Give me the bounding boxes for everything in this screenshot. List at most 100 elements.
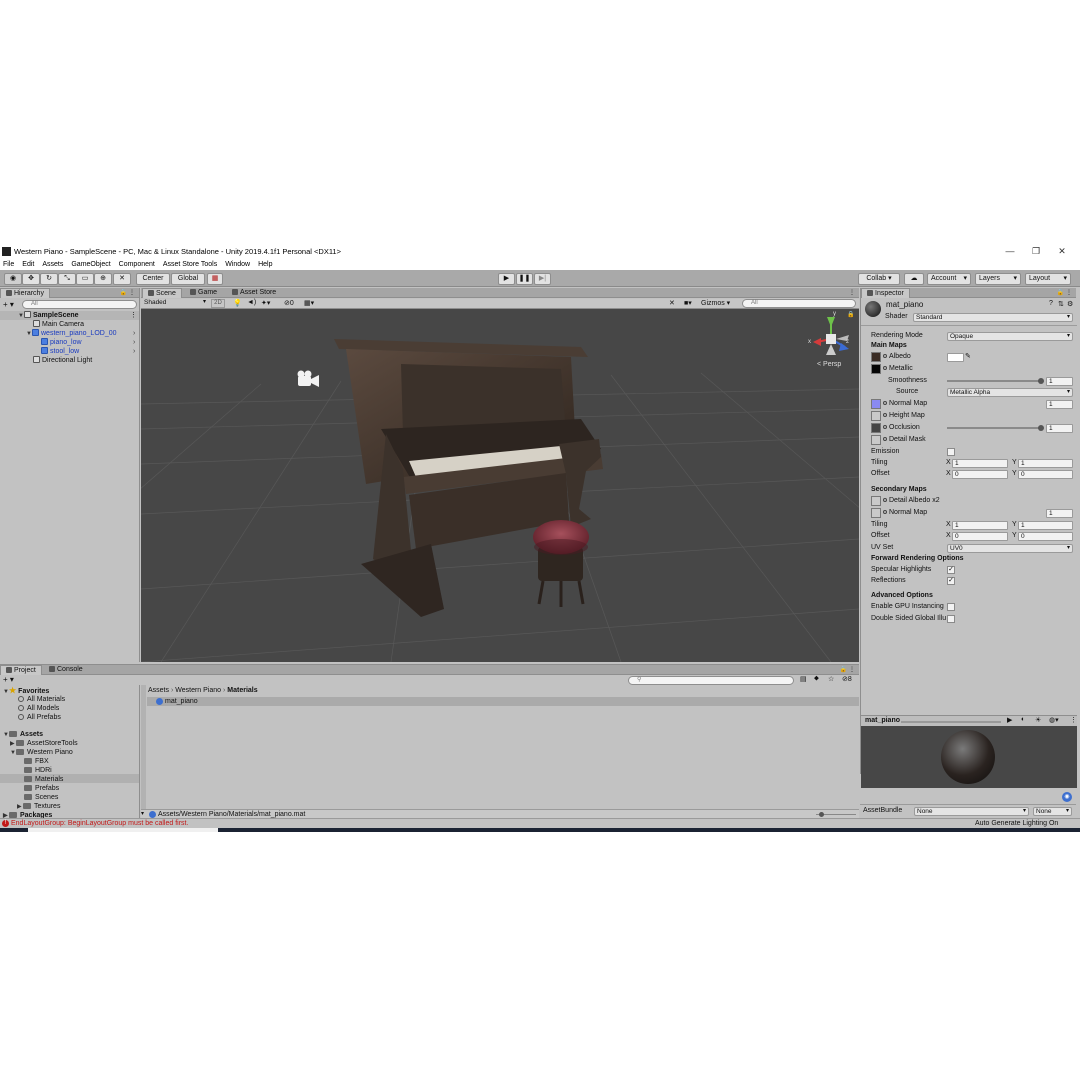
- scene-viewport[interactable]: y x z 🔒 < Persp: [141, 309, 859, 662]
- folder-materials[interactable]: Materials: [24, 775, 63, 784]
- camera-settings-icon[interactable]: ■▾: [684, 299, 692, 307]
- tab-asset-store[interactable]: Asset Store: [227, 288, 281, 298]
- hierarchy-search-input[interactable]: All: [22, 300, 137, 309]
- eyedropper-icon[interactable]: ✎: [965, 352, 971, 360]
- hierarchy-item-stool-low[interactable]: stool_low: [41, 347, 79, 356]
- texture-picker-icon[interactable]: [883, 413, 887, 417]
- minimize-button[interactable]: —: [997, 244, 1023, 259]
- smoothness-slider-track[interactable]: [947, 380, 1043, 382]
- step-button[interactable]: ▶|: [534, 273, 551, 285]
- breadcrumb-item[interactable]: Materials: [227, 687, 257, 694]
- assetbundle-toggle-icon[interactable]: ◉: [1062, 792, 1072, 802]
- breadcrumb-item[interactable]: Assets: [148, 687, 169, 694]
- preview-light-icon[interactable]: ☀: [1035, 716, 1041, 724]
- lock-icon[interactable]: 🔒: [847, 311, 854, 318]
- smoothness-slider-knob[interactable]: [1038, 378, 1044, 384]
- occlusion-slider-knob[interactable]: [1038, 425, 1044, 431]
- assetbundle-variant-dropdown[interactable]: None: [1033, 807, 1072, 816]
- main-offset-x-field[interactable]: 0: [952, 470, 1008, 479]
- create-button[interactable]: + ▾: [3, 300, 14, 309]
- detail-albedo-texture-slot[interactable]: [871, 496, 881, 506]
- normal-map-scale-field[interactable]: 1: [1046, 400, 1073, 409]
- emission-checkbox[interactable]: [947, 448, 955, 456]
- pause-button[interactable]: ❚❚: [516, 273, 533, 285]
- secondary-offset-x-field[interactable]: 0: [952, 532, 1008, 541]
- tools-icon[interactable]: ✕: [669, 299, 675, 307]
- gpu-instancing-checkbox[interactable]: [947, 603, 955, 611]
- layout-dropdown[interactable]: Layout ▾: [1025, 273, 1071, 285]
- favorites-header[interactable]: ▼★ Favorites: [3, 686, 49, 695]
- hierarchy-item-directional-light[interactable]: Directional Light: [33, 356, 92, 365]
- albedo-color-field[interactable]: [947, 353, 964, 362]
- hierarchy-item-piano-low[interactable]: piano_low: [41, 338, 82, 347]
- tab-game[interactable]: Game: [185, 288, 222, 298]
- rotate-tool-button[interactable]: ↻: [40, 273, 58, 285]
- albedo-texture-slot[interactable]: [871, 352, 881, 362]
- tab-inspector[interactable]: Inspector: [861, 288, 910, 298]
- favorite-all-prefabs[interactable]: All Prefabs: [18, 713, 61, 722]
- occlusion-slider-track[interactable]: [947, 427, 1043, 429]
- transform-tool-button[interactable]: ⊕: [94, 273, 112, 285]
- main-tiling-x-field[interactable]: 1: [952, 459, 1008, 468]
- scale-tool-button[interactable]: ⤡: [58, 273, 76, 285]
- gear-icon[interactable]: ⚙: [1067, 300, 1073, 308]
- main-offset-y-field[interactable]: 0: [1018, 470, 1073, 479]
- prefab-open-arrows[interactable]: › › ›: [133, 329, 135, 356]
- services-button[interactable]: ☁: [904, 273, 924, 285]
- texture-picker-icon[interactable]: [883, 354, 887, 358]
- play-button[interactable]: ▶: [498, 273, 515, 285]
- secondary-tiling-x-field[interactable]: 1: [952, 521, 1008, 530]
- hidden-packages-toggle[interactable]: ⊘8: [842, 675, 852, 683]
- projection-toggle[interactable]: < Persp: [817, 361, 841, 368]
- pivot-center-toggle[interactable]: Center: [136, 273, 170, 285]
- texture-picker-icon[interactable]: [883, 366, 887, 370]
- smoothness-value-field[interactable]: 1: [1046, 377, 1073, 386]
- source-dropdown[interactable]: Metallic Alpha: [947, 388, 1073, 397]
- view-tool-button[interactable]: ◉: [4, 273, 22, 285]
- occlusion-value-field[interactable]: 1: [1046, 424, 1073, 433]
- menu-window[interactable]: Window: [225, 261, 250, 268]
- tab-project[interactable]: Project: [0, 665, 42, 675]
- preview-resize-bar[interactable]: [901, 721, 1001, 723]
- snap-toggle[interactable]: ▦: [207, 273, 223, 285]
- tab-hierarchy[interactable]: Hierarchy: [0, 288, 50, 298]
- 2d-toggle[interactable]: 2D: [211, 299, 225, 308]
- preview-play-icon[interactable]: ▶: [1007, 716, 1012, 724]
- panel-menu-icon[interactable]: 🔒 ⋮: [120, 289, 135, 296]
- texture-picker-icon[interactable]: [883, 498, 887, 502]
- effects-toggle-icon[interactable]: ✦▾: [261, 299, 270, 307]
- project-search-input[interactable]: ⚲: [628, 676, 794, 685]
- panel-menu-icon[interactable]: ⋮: [1070, 716, 1077, 724]
- tab-console[interactable]: Console: [44, 665, 88, 675]
- custom-tool-button[interactable]: ✕: [113, 273, 131, 285]
- taskbar-item[interactable]: [28, 828, 218, 832]
- account-dropdown[interactable]: Account ▾: [927, 273, 971, 285]
- filter-by-type-icon[interactable]: ▤: [800, 675, 807, 683]
- occlusion-texture-slot[interactable]: [871, 423, 881, 433]
- hierarchy-item-samplescene[interactable]: ▼ SampleScene: [18, 311, 79, 320]
- camera-gizmo[interactable]: [297, 370, 320, 388]
- layers-dropdown[interactable]: Layers ▾: [975, 273, 1021, 285]
- rect-tool-button[interactable]: ▭: [76, 273, 94, 285]
- scene-menu-icon[interactable]: ⋮: [130, 311, 137, 319]
- scene-search-input[interactable]: All: [742, 299, 856, 308]
- uv-set-dropdown[interactable]: UV0: [947, 544, 1073, 553]
- assetbundle-dropdown[interactable]: None: [914, 807, 1029, 816]
- menu-gameobject[interactable]: GameObject: [71, 261, 110, 268]
- metallic-texture-slot[interactable]: [871, 364, 881, 374]
- main-tiling-y-field[interactable]: 1: [1018, 459, 1073, 468]
- grid-toggle-icon[interactable]: ▦▾: [304, 299, 314, 307]
- folder-fbx[interactable]: FBX: [24, 757, 49, 766]
- assets-folder[interactable]: ▼ Assets: [3, 730, 43, 739]
- double-sided-gi-checkbox[interactable]: [947, 615, 955, 623]
- panel-menu-icon[interactable]: 🔒 ⋮: [1057, 289, 1072, 296]
- favorite-all-models[interactable]: All Models: [18, 704, 59, 713]
- height-map-texture-slot[interactable]: [871, 411, 881, 421]
- panel-menu-icon[interactable]: ⋮: [849, 289, 855, 296]
- secondary-offset-y-field[interactable]: 0: [1018, 532, 1073, 541]
- menu-help[interactable]: Help: [258, 261, 272, 268]
- menu-asset-store-tools[interactable]: Asset Store Tools: [163, 261, 217, 268]
- material-preview-area[interactable]: [861, 726, 1077, 788]
- folder-textures[interactable]: ▶ Textures: [17, 802, 60, 811]
- help-icon[interactable]: ?: [1049, 300, 1053, 307]
